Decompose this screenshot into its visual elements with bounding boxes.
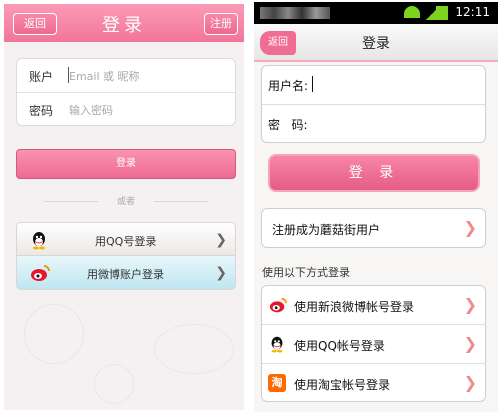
- login-button[interactable]: 登录: [16, 149, 236, 179]
- background-decoration: [94, 364, 134, 404]
- battery-icon: [436, 6, 448, 20]
- weibo-login-button[interactable]: 用微博账户登录 ❯: [16, 256, 236, 290]
- text-cursor: [312, 76, 313, 92]
- taobao-glyph: 淘: [268, 374, 286, 392]
- weibo-login-label: 使用新浪微博帐号登录: [294, 300, 415, 314]
- page-title: 登录: [362, 36, 390, 52]
- taobao-login-label: 使用淘宝帐号登录: [294, 378, 391, 392]
- right-login-screen: 12:11 返回 登录 用户名: 密 码: 登 录 注册成为蘑菇街用户 ❯ 使用…: [254, 2, 498, 412]
- or-divider: 或者: [44, 194, 208, 208]
- password-label: 密 码:: [268, 118, 308, 132]
- password-input[interactable]: 输入密码: [69, 102, 113, 118]
- password-label: 密码: [29, 104, 54, 118]
- status-time: 12:11: [455, 5, 490, 19]
- left-login-screen: 返回 登录 注册 账户 Email 或 昵称 密码 输入密码 登录 或者 用QQ…: [4, 4, 244, 410]
- weibo-icon: [268, 296, 287, 314]
- chevron-right-icon: ❯: [463, 334, 477, 353]
- qq-penguin-icon: [29, 230, 49, 250]
- qq-login-label: 用QQ号登录: [95, 235, 157, 248]
- status-bar: 12:11: [254, 2, 498, 24]
- qq-login-button[interactable]: 使用QQ帐号登录 ❯: [262, 325, 485, 364]
- header-bar: 返回 登录 注册: [4, 4, 244, 42]
- chevron-right-icon: ❯: [463, 218, 477, 237]
- login-form: 用户名: 密 码:: [261, 65, 486, 143]
- qq-penguin-icon: [268, 335, 286, 353]
- chevron-right-icon: ❯: [215, 265, 227, 281]
- weibo-login-button[interactable]: 使用新浪微博帐号登录 ❯: [262, 286, 485, 325]
- header-bar: 返回 登录: [254, 24, 498, 62]
- qq-login-label: 使用QQ帐号登录: [294, 339, 385, 353]
- taobao-icon: 淘: [268, 374, 286, 392]
- login-form: 账户 Email 或 昵称 密码 输入密码: [16, 58, 236, 126]
- password-field[interactable]: 密码 输入密码: [17, 93, 235, 127]
- chevron-right-icon: ❯: [215, 232, 227, 248]
- weibo-icon: [29, 263, 50, 283]
- wifi-icon: [404, 6, 420, 18]
- divider-line: [154, 201, 208, 202]
- chevron-right-icon: ❯: [463, 295, 477, 314]
- register-label: 注册成为蘑菇街用户: [272, 223, 381, 237]
- social-login-list: 使用新浪微博帐号登录 ❯ 使用QQ帐号登录 ❯ 淘 使用淘宝帐号登录 ❯: [261, 285, 486, 402]
- login-button[interactable]: 登 录: [268, 154, 480, 192]
- taobao-login-button[interactable]: 淘 使用淘宝帐号登录 ❯: [262, 364, 485, 403]
- weibo-login-label: 用微博账户登录: [87, 268, 164, 281]
- chevron-right-icon: ❯: [463, 373, 477, 392]
- section-label: 使用以下方式登录: [262, 266, 350, 279]
- account-input[interactable]: Email 或 昵称: [69, 68, 140, 84]
- background-decoration: [24, 304, 84, 364]
- username-label: 用户名:: [268, 79, 309, 93]
- background-decoration: [154, 324, 234, 374]
- blurred-notification-area: [260, 7, 330, 19]
- password-field[interactable]: 密 码:: [262, 105, 485, 144]
- register-button[interactable]: 注册: [204, 13, 238, 35]
- account-field[interactable]: 账户 Email 或 昵称: [17, 59, 235, 93]
- username-field[interactable]: 用户名:: [262, 66, 485, 105]
- account-label: 账户: [29, 70, 54, 84]
- qq-login-button[interactable]: 用QQ号登录 ❯: [16, 222, 236, 256]
- register-row[interactable]: 注册成为蘑菇街用户 ❯: [261, 208, 486, 248]
